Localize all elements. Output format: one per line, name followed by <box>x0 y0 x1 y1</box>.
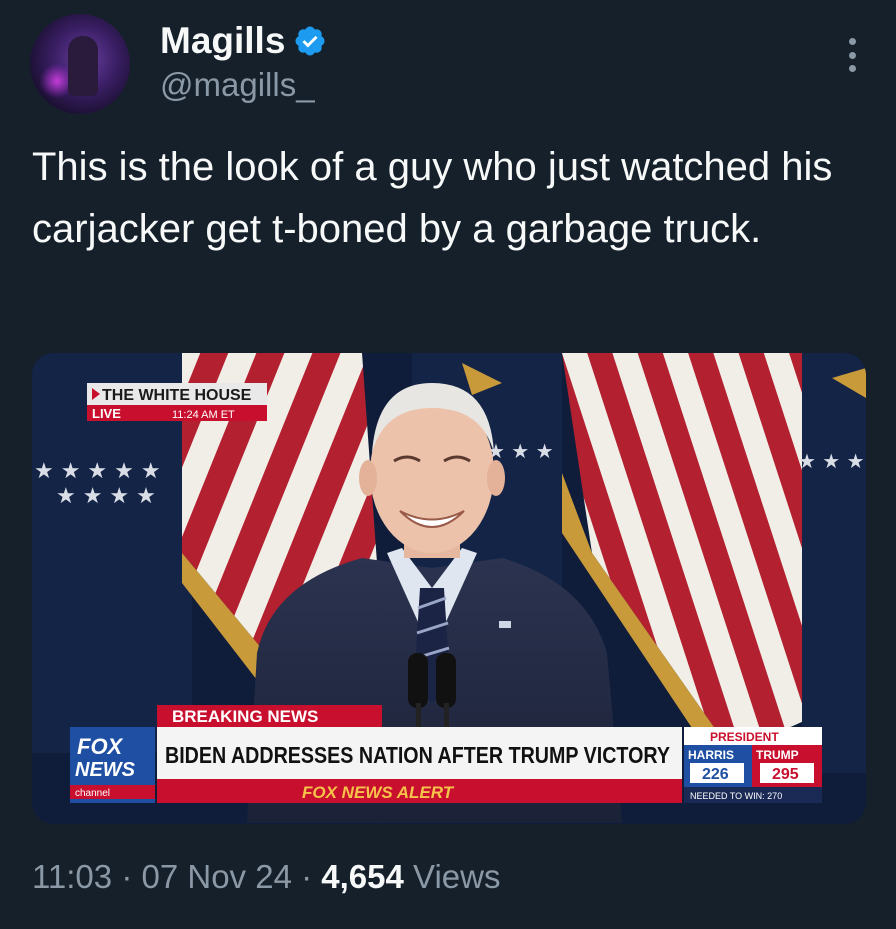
tweet-media-image[interactable]: ★ ★ ★ ★ ★ ★ ★ ★ ★ ★ ★ ★ ★ ★ ★ THE WHITE … <box>32 353 866 824</box>
alert-label: FOX NEWS ALERT <box>302 783 455 802</box>
author-handle[interactable]: @magills_ <box>160 66 315 104</box>
time-label: 11:24 AM ET <box>172 409 235 421</box>
tweet-meta: 11:03 · 07 Nov 24 · 4,654 Views <box>32 858 500 896</box>
logo-line1: FOX <box>77 734 124 759</box>
svg-text:★ ★ ★ ★: ★ ★ ★ ★ <box>56 484 156 509</box>
views-label: Views <box>413 858 501 895</box>
candidate-b-name: TRUMP <box>756 748 799 762</box>
breaking-label: BREAKING NEWS <box>172 707 318 726</box>
meta-separator: · <box>301 858 313 895</box>
svg-text:★ ★ ★ ★ ★: ★ ★ ★ ★ ★ <box>34 459 161 484</box>
author-display-name[interactable]: Magills <box>160 20 285 62</box>
more-options-icon[interactable] <box>846 38 858 72</box>
tweet-date[interactable]: 07 Nov 24 <box>141 858 291 895</box>
verified-badge-icon <box>295 26 325 56</box>
headline: BIDEN ADDRESSES NATION AFTER TRUMP VICTO… <box>165 742 670 768</box>
views-count[interactable]: 4,654 <box>321 858 404 895</box>
tweet-text: This is the look of a guy who just watch… <box>32 145 833 251</box>
needed-label: NEEDED TO WIN: 270 <box>690 791 782 801</box>
race-label: PRESIDENT <box>710 730 779 744</box>
location-label: THE WHITE HOUSE <box>102 387 252 404</box>
live-label: LIVE <box>92 406 121 421</box>
svg-text:★ ★ ★: ★ ★ ★ <box>798 449 865 473</box>
logo-line2: NEWS <box>75 759 136 781</box>
tweet-time[interactable]: 11:03 <box>32 858 112 895</box>
candidate-a-votes: 226 <box>702 766 729 783</box>
candidate-b-votes: 295 <box>772 766 799 783</box>
avatar-figure <box>68 36 98 96</box>
news-broadcast-still: ★ ★ ★ ★ ★ ★ ★ ★ ★ ★ ★ ★ ★ ★ ★ THE WHITE … <box>32 353 866 824</box>
candidate-a-name: HARRIS <box>688 748 734 762</box>
author-avatar[interactable] <box>30 14 130 114</box>
logo-line3: channel <box>75 788 110 799</box>
svg-text:★ ★ ★: ★ ★ ★ <box>487 439 554 463</box>
author-name-row: Magills <box>160 20 327 62</box>
meta-separator: · <box>121 858 133 895</box>
